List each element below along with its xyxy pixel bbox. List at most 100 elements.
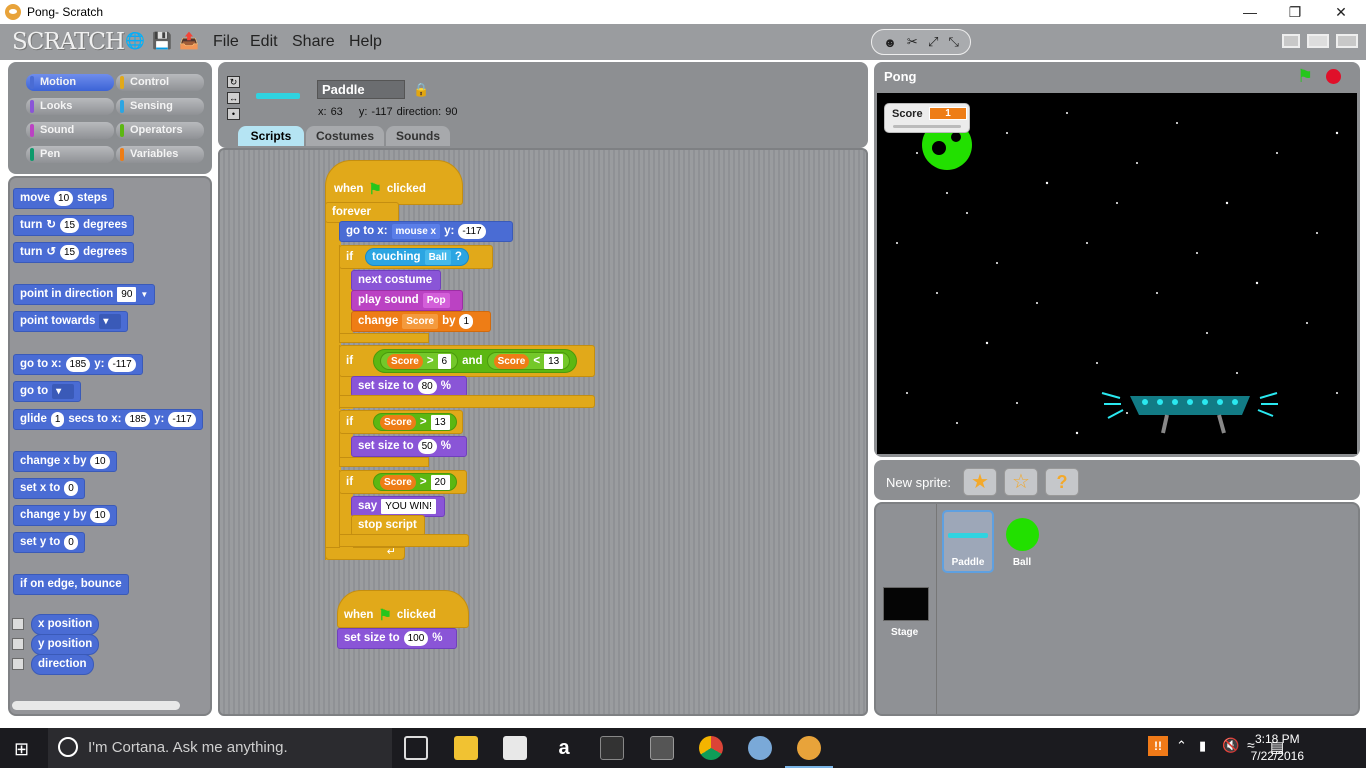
set-size-50-block[interactable]: set size to 50% [351,436,467,457]
delete-icon[interactable]: ✂ [907,34,918,50]
glide-block[interactable]: glide 1 secs to x: 185 y: -117 [13,409,203,430]
sprite-tile-paddle[interactable]: Paddle [942,510,994,573]
and-operator[interactable]: Score >6 and Score <13 [373,349,578,373]
if-score-range-block[interactable]: if Score >6 and Score <13 [339,345,595,377]
tab-scripts[interactable]: Scripts [238,126,304,146]
presentation-mode-icon[interactable] [1336,34,1358,48]
sublime-icon[interactable] [650,736,674,760]
change-x-block[interactable]: change x by 10 [13,451,117,472]
share-icon[interactable]: 📤 [179,33,199,51]
store-icon[interactable] [503,736,527,760]
no-rotate-icon[interactable]: • [227,108,240,120]
if-score-13-block[interactable]: if Score >13 [339,410,463,434]
point-in-direction-block[interactable]: point in direction 90 ▼ [13,284,156,305]
menu-share[interactable]: Share [292,33,335,51]
notification-badge-icon[interactable]: !! [1148,736,1168,756]
flip-style-icon[interactable]: ↔ [227,92,240,104]
paint-sprite-icon[interactable]: ★ [963,468,997,496]
play-sound-block[interactable]: play sound Pop [351,290,463,311]
chevron-up-icon[interactable]: ⌃ [1176,738,1187,754]
category-sound[interactable]: Sound [26,122,114,139]
paint-icon[interactable] [748,736,772,760]
lock-icon[interactable]: 🔒 [413,82,429,98]
touching-sensor[interactable]: touching Ball? [365,248,469,266]
menu-edit[interactable]: Edit [250,33,278,51]
stop-sign-icon[interactable] [1326,69,1341,84]
cortana-search[interactable]: I'm Cortana. Ask me anything. [48,728,392,768]
stage-thumbnail[interactable] [883,587,929,621]
bounce-block[interactable]: if on edge, bounce [13,574,129,595]
set-size-80-block[interactable]: set size to 80% [351,376,467,397]
file-explorer-icon[interactable] [454,736,478,760]
turn-right-block[interactable]: turn ↻ 15 degrees [13,215,135,236]
scripts-area[interactable] [218,148,868,716]
category-variables[interactable]: Variables [116,146,204,163]
category-sensing[interactable]: Sensing [116,98,204,115]
task-view-icon[interactable] [404,736,428,760]
menu-help[interactable]: Help [349,33,382,51]
greater-than-operator[interactable]: Score >13 [373,413,457,431]
y-position-reporter[interactable]: y position [31,634,100,655]
set-size-100-block[interactable]: set size to 100% [337,628,457,649]
say-block[interactable]: say YOU WIN! [351,496,445,517]
grow-icon[interactable]: ⤢ [928,34,938,50]
palette-scrollbar[interactable] [12,701,180,710]
shrink-icon[interactable]: ⤡ [948,34,958,50]
greater-than-operator[interactable]: Score >6 [380,352,459,370]
tab-sounds[interactable]: Sounds [386,126,450,146]
move-steps-block[interactable]: move 10 steps [13,188,115,209]
sprite-tile-ball[interactable]: Ball [996,510,1048,573]
if-touching-block[interactable]: if touching Ball? [339,245,493,269]
windows-start-icon[interactable]: ⊞ [14,739,29,760]
chrome-icon[interactable] [699,736,723,760]
score-monitor[interactable]: Score 1 [884,103,970,133]
scratch-taskbar-icon[interactable] [797,736,821,760]
change-y-block[interactable]: change y by 10 [13,505,117,526]
direction-reporter[interactable]: direction [31,654,94,675]
category-looks[interactable]: Looks [26,98,114,115]
go-to-block[interactable]: go to ▾ [13,381,82,402]
change-score-block[interactable]: change Score by 1 [351,311,491,332]
menu-file[interactable]: File [213,33,239,51]
y-position-checkbox[interactable] [12,638,24,650]
sprite-name-field[interactable]: Paddle [317,80,405,99]
amazon-icon[interactable]: a [552,736,576,760]
category-pen[interactable]: Pen [26,146,114,163]
choose-sprite-file-icon[interactable]: ☆ [1004,468,1038,496]
category-motion[interactable]: Motion [26,74,114,91]
volume-icon[interactable]: 🔇 [1222,737,1239,754]
save-icon[interactable]: 💾 [152,33,172,51]
point-towards-block[interactable]: point towards ▾ [13,311,129,332]
forever-block[interactable]: forever [325,202,399,223]
stage-canvas[interactable] [877,93,1357,454]
if-score-20-block[interactable]: if Score >20 [339,470,467,494]
x-position-reporter[interactable]: x position [31,614,100,635]
stop-script-block[interactable]: stop script [351,515,425,536]
next-costume-block[interactable]: next costume [351,270,441,291]
minimize-icon[interactable]: — [1227,0,1273,24]
random-sprite-icon[interactable]: ? [1045,468,1079,496]
normal-stage-icon[interactable] [1307,34,1329,48]
greater-than-operator[interactable]: Score >20 [373,473,457,491]
duplicate-icon[interactable]: ☻ [883,35,897,50]
category-control[interactable]: Control [116,74,204,91]
small-stage-icon[interactable] [1282,34,1300,48]
terminal-icon[interactable] [600,736,624,760]
go-to-xy-script-block[interactable]: go to x: mouse x y: -117 [339,221,513,242]
category-operators[interactable]: Operators [116,122,204,139]
restore-icon[interactable]: ❐ [1272,0,1318,24]
less-than-operator[interactable]: Score <13 [486,352,571,370]
action-center-icon[interactable]: ▤ [1270,738,1284,756]
turn-left-block[interactable]: turn ↺ 15 degrees [13,242,135,263]
green-flag-icon[interactable]: ⚑ [1297,66,1313,87]
close-icon[interactable]: ✕ [1318,0,1364,24]
direction-checkbox[interactable] [12,658,24,670]
set-y-block[interactable]: set y to 0 [13,532,85,553]
tab-costumes[interactable]: Costumes [306,126,384,146]
x-position-checkbox[interactable] [12,618,24,630]
set-x-block[interactable]: set x to 0 [13,478,85,499]
battery-icon[interactable]: ▮ [1199,738,1206,754]
score-slider[interactable] [893,125,961,128]
go-to-xy-block[interactable]: go to x: 185 y: -117 [13,354,143,375]
rotate-style-icon[interactable]: ↻ [227,76,240,88]
